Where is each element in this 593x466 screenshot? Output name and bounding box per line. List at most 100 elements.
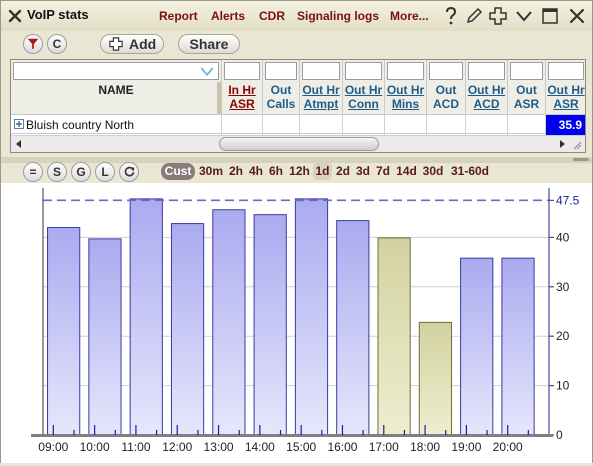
range-30d[interactable]: 30d — [421, 163, 445, 180]
horizontal-scrollbar[interactable] — [11, 135, 585, 152]
bar[interactable] — [212, 209, 246, 436]
close-icon[interactable] — [567, 6, 587, 26]
g-button[interactable]: G — [71, 162, 91, 182]
column-label: Out ASR — [513, 83, 540, 111]
range-7d[interactable]: 7d — [374, 163, 392, 180]
range-30m[interactable]: 30m — [197, 163, 225, 180]
range-2d[interactable]: 2d — [334, 163, 352, 180]
column-header-out-hr-acd[interactable]: Out Hr ACD — [466, 60, 508, 114]
column-header-name[interactable]: NAME — [11, 60, 222, 114]
funnel-x-icon — [27, 38, 39, 50]
cell-out-hr-atmpt — [300, 115, 343, 135]
equal-button[interactable]: = — [23, 162, 43, 182]
column-header-out-hr-mins[interactable]: Out Hr Mins — [385, 60, 427, 114]
y-tick-label: 30 — [556, 280, 570, 294]
x-tick-label: 14:00 — [245, 440, 275, 454]
chart-area: 0 10 20 30 40 47.5 09:00 10:00 11:00 12:00 13:00 14… — [1, 183, 592, 463]
column-resizer[interactable] — [217, 82, 221, 114]
bar[interactable] — [501, 257, 535, 436]
c-button[interactable]: C — [47, 34, 67, 54]
menu-cdr[interactable]: CDR — [259, 9, 285, 23]
column-header-out-hr-conn[interactable]: Out Hr Conn — [343, 60, 385, 114]
bar[interactable] — [336, 220, 370, 436]
x-tick-label: 17:00 — [369, 440, 399, 454]
menu-report[interactable]: Report — [159, 9, 198, 23]
cell-out-hr-acd — [466, 115, 508, 135]
cell-out-hr-asr: 35.9 — [546, 115, 585, 135]
range-14d[interactable]: 14d — [394, 163, 419, 180]
expand-icon[interactable] — [14, 119, 24, 129]
resize-grip-icon[interactable] — [572, 140, 582, 150]
column-filter-input[interactable] — [548, 62, 584, 80]
clear-filter-button[interactable] — [23, 34, 43, 54]
column-header-out-calls[interactable]: Out Calls — [263, 60, 300, 114]
row-name-cell[interactable]: Bluish country North — [11, 115, 222, 135]
name-filter-input[interactable] — [13, 62, 219, 80]
range-4h[interactable]: 4h — [247, 163, 265, 180]
x-tick-label: 15:00 — [286, 440, 316, 454]
column-filter-input[interactable] — [224, 62, 260, 80]
add-icon[interactable] — [488, 6, 508, 26]
bar[interactable] — [88, 238, 122, 436]
bar[interactable] — [129, 198, 163, 436]
window-title: VoIP stats — [27, 7, 89, 22]
menu-more[interactable]: More... — [390, 9, 429, 23]
x-tick-label: 19:00 — [451, 440, 481, 454]
bar[interactable] — [47, 227, 81, 436]
column-label: Out ACD — [433, 83, 459, 111]
column-header-in-hr-asr[interactable]: In Hr ASR — [222, 60, 263, 114]
scroll-left-icon[interactable] — [14, 139, 24, 149]
menu-alerts[interactable]: Alerts — [211, 9, 245, 23]
column-header-out-hr-asr[interactable]: Out Hr ASR — [546, 60, 585, 114]
range-3d[interactable]: 3d — [354, 163, 372, 180]
l-button[interactable]: L — [95, 162, 115, 182]
cell-out-hr-mins — [385, 115, 427, 135]
range-12h[interactable]: 12h — [287, 163, 312, 180]
s-button[interactable]: S — [47, 162, 67, 182]
column-filter-input[interactable] — [345, 62, 382, 80]
column-filter-input[interactable] — [302, 62, 340, 80]
bar-chart: 0 10 20 30 40 47.5 09:00 10:00 11:00 12:00 13:00 14… — [31, 188, 580, 454]
column-label: Out Hr ASR — [547, 83, 585, 111]
scrollbar-thumb[interactable] — [219, 137, 379, 151]
add-button[interactable]: Add — [100, 34, 164, 54]
plus-icon — [109, 37, 123, 51]
scroll-right-icon[interactable] — [557, 139, 567, 149]
range-6h[interactable]: 6h — [267, 163, 285, 180]
maximize-icon[interactable] — [540, 6, 560, 26]
bar[interactable] — [294, 198, 329, 436]
table-row[interactable]: Bluish country North 35.9 — [11, 114, 585, 135]
chevron-down-icon — [200, 67, 214, 76]
range-2h[interactable]: 2h — [227, 163, 245, 180]
x-tick-label: 13:00 — [204, 440, 234, 454]
refresh-button[interactable] — [119, 162, 139, 182]
bar[interactable] — [170, 223, 205, 436]
column-header-out-asr[interactable]: Out ASR — [508, 60, 546, 114]
bar[interactable] — [460, 257, 494, 436]
bar[interactable] — [253, 214, 287, 436]
x-axis — [31, 434, 553, 437]
y-tick-label: 10 — [556, 379, 570, 393]
x-tick-label: 20:00 — [493, 440, 523, 454]
bar-highlighted[interactable] — [377, 237, 411, 436]
column-filter-input[interactable] — [265, 62, 297, 80]
chevron-down-icon[interactable] — [514, 6, 534, 26]
column-header-out-hr-atmpt[interactable]: Out Hr Atmpt — [300, 60, 343, 114]
column-filter-input[interactable] — [387, 62, 424, 80]
x-tick-label: 09:00 — [38, 440, 68, 454]
bar-highlighted[interactable] — [418, 321, 453, 436]
column-filter-input[interactable] — [510, 62, 543, 80]
range-cust[interactable]: Cust — [161, 163, 195, 180]
share-button[interactable]: Share — [178, 34, 240, 54]
close-x-icon[interactable] — [7, 8, 23, 24]
column-label: In Hr ASR — [228, 83, 256, 111]
column-filter-input[interactable] — [468, 62, 505, 80]
pencil-icon[interactable] — [464, 6, 484, 26]
menu-signaling-logs[interactable]: Signaling logs — [297, 9, 379, 23]
column-filter-input[interactable] — [429, 62, 463, 80]
range-31-60d[interactable]: 31-60d — [447, 163, 493, 180]
cell-out-hr-conn — [343, 115, 385, 135]
range-1d[interactable]: 1d — [313, 163, 332, 180]
column-header-out-acd[interactable]: Out ACD — [427, 60, 466, 114]
help-icon[interactable] — [441, 6, 461, 26]
